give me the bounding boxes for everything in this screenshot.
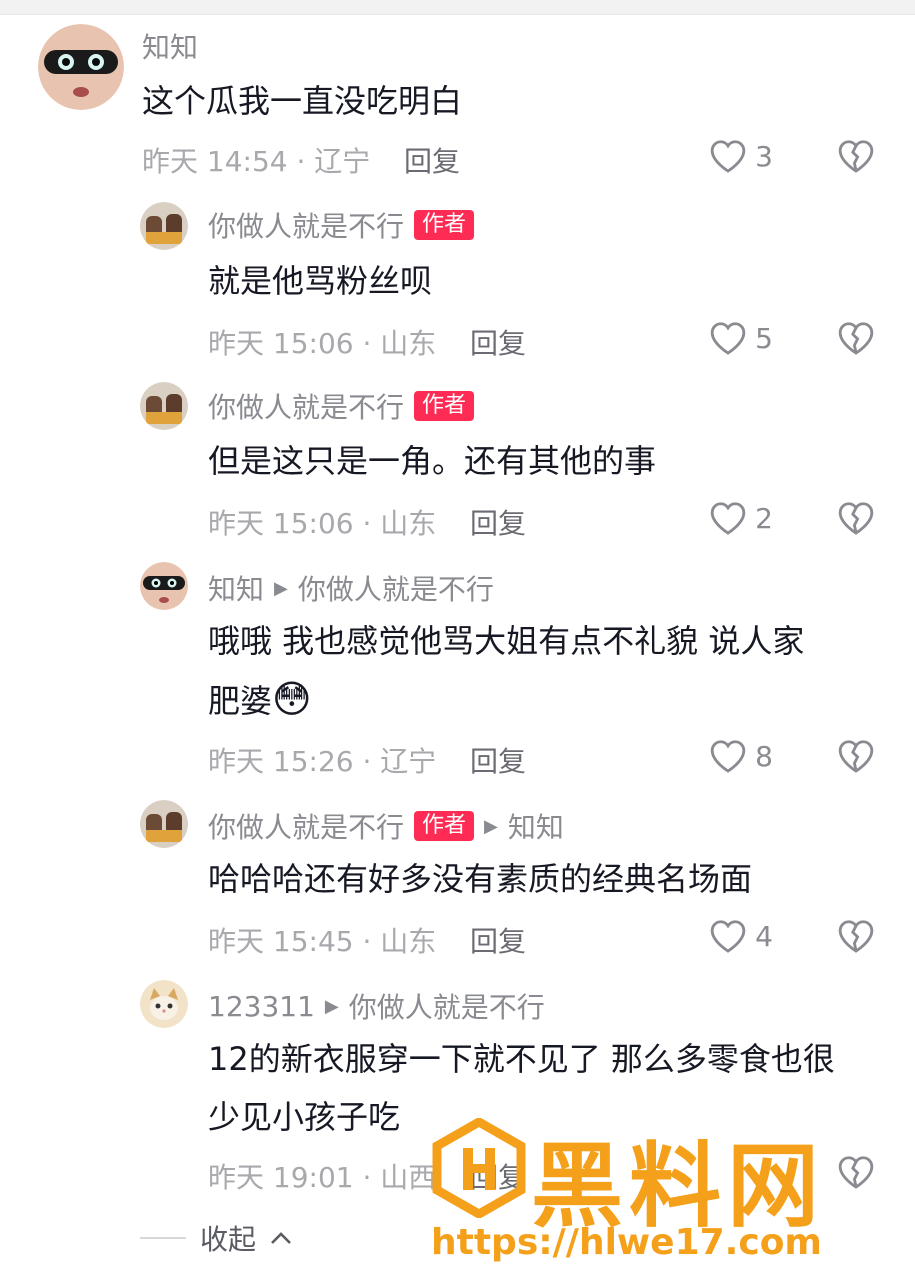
comment-time: 昨天 15:06 · 山东 <box>208 507 437 540</box>
author-badge: 作者 <box>414 391 475 421</box>
comment-meta: 知知 ▶ 你做人就是不行 <box>208 568 494 608</box>
comment-time: 昨天 15:26 · 辽宁 <box>208 745 437 778</box>
reply-button[interactable]: 回复 <box>470 920 526 960</box>
heart-icon <box>710 140 746 173</box>
dislike-button[interactable] <box>837 320 875 360</box>
dislike-button[interactable] <box>837 500 875 540</box>
avatar[interactable] <box>140 202 188 250</box>
collapse-label: 收起 <box>200 1223 257 1256</box>
heart-icon <box>710 502 746 535</box>
like-button[interactable]: 4 <box>709 918 773 954</box>
broken-heart-icon <box>838 740 874 773</box>
like-count: 4 <box>755 919 773 953</box>
comment-text: 就是他骂粉丝呗 <box>208 262 433 300</box>
like-button[interactable]: 3 <box>709 138 773 174</box>
username[interactable]: 你做人就是不行 <box>208 806 404 846</box>
comment-time: 昨天 15:06 · 山东 <box>208 327 437 360</box>
comment-text: 但是这只是一角。还有其他的事 <box>208 442 657 480</box>
username[interactable]: 知知 <box>208 568 264 608</box>
comment-text: 哦哦 我也感觉他骂大姐有点不礼貌 说人家 肥婆😳 <box>208 622 805 721</box>
divider <box>140 1237 186 1239</box>
avatar[interactable] <box>140 800 188 848</box>
comment-footer: 昨天 15:06 · 山东 回复 <box>208 502 526 542</box>
avatar[interactable] <box>140 562 188 610</box>
username[interactable]: 你做人就是不行 <box>208 205 404 245</box>
comment-footer: 昨天 15:26 · 辽宁 回复 <box>208 740 526 780</box>
comment-text: 这个瓜我一直没吃明白 <box>142 82 463 120</box>
reply-to-username[interactable]: 你做人就是不行 <box>298 568 494 608</box>
like-count: 2 <box>755 501 773 535</box>
author-badge: 作者 <box>414 210 475 240</box>
reply-button[interactable]: 回复 <box>404 140 460 180</box>
comment-meta: 知知 <box>142 26 198 66</box>
username[interactable]: 你做人就是不行 <box>208 386 404 426</box>
comment-time: 昨天 15:45 · 山东 <box>208 925 437 958</box>
reply-to-username[interactable]: 你做人就是不行 <box>349 986 545 1026</box>
watermark: 黑料网 https://hlwe17.com <box>431 1110 891 1270</box>
reply-button[interactable]: 回复 <box>470 502 526 542</box>
like-button[interactable]: 2 <box>709 500 773 536</box>
comment-footer: 昨天 14:54 · 辽宁 回复 <box>142 140 460 180</box>
comment-time: 昨天 14:54 · 辽宁 <box>142 145 371 178</box>
like-count: 3 <box>755 139 773 173</box>
reply-arrow-icon: ▶ <box>324 995 339 1017</box>
watermark-url: https://hlwe17.com <box>431 1222 822 1263</box>
like-count: 5 <box>755 321 773 355</box>
comment-meta: 你做人就是不行 作者 ▶ 知知 <box>208 806 564 846</box>
comment-meta: 你做人就是不行 作者 <box>208 205 475 245</box>
username[interactable]: 知知 <box>142 26 198 66</box>
reply-arrow-icon: ▶ <box>484 815 498 837</box>
reply-button[interactable]: 回复 <box>470 740 526 780</box>
broken-heart-icon <box>838 322 874 355</box>
top-divider <box>0 0 915 15</box>
like-button[interactable]: 8 <box>709 738 773 774</box>
chevron-up-icon <box>271 1232 291 1244</box>
reply-to-username[interactable]: 知知 <box>508 806 564 846</box>
dislike-button[interactable] <box>837 738 875 778</box>
reply-arrow-icon: ▶ <box>274 577 288 599</box>
avatar[interactable] <box>140 980 188 1028</box>
like-count: 8 <box>755 739 773 773</box>
heart-icon <box>710 740 746 773</box>
collapse-replies-button[interactable]: 收起 <box>140 1218 292 1258</box>
dislike-button[interactable] <box>837 918 875 958</box>
avatar[interactable] <box>38 24 124 110</box>
broken-heart-icon <box>838 920 874 953</box>
avatar[interactable] <box>140 382 188 430</box>
comment-footer: 昨天 15:45 · 山东 回复 <box>208 920 526 960</box>
comment-footer: 昨天 15:06 · 山东 回复 <box>208 322 526 362</box>
username[interactable]: 123311 <box>208 990 315 1023</box>
watermark-logo-icon <box>432 1118 526 1218</box>
flushed-face-emoji: 😳 <box>272 677 312 721</box>
heart-icon <box>710 322 746 355</box>
reply-button[interactable]: 回复 <box>470 322 526 362</box>
heart-icon <box>710 920 746 953</box>
broken-heart-icon <box>838 140 874 173</box>
author-badge: 作者 <box>414 811 475 841</box>
dislike-button[interactable] <box>837 138 875 178</box>
comment-text: 哈哈哈还有好多没有素质的经典名场面 <box>208 860 753 898</box>
like-button[interactable]: 5 <box>709 320 773 356</box>
broken-heart-icon <box>838 502 874 535</box>
comment-meta: 你做人就是不行 作者 <box>208 386 475 426</box>
comment-meta: 123311 ▶ 你做人就是不行 <box>208 986 545 1026</box>
